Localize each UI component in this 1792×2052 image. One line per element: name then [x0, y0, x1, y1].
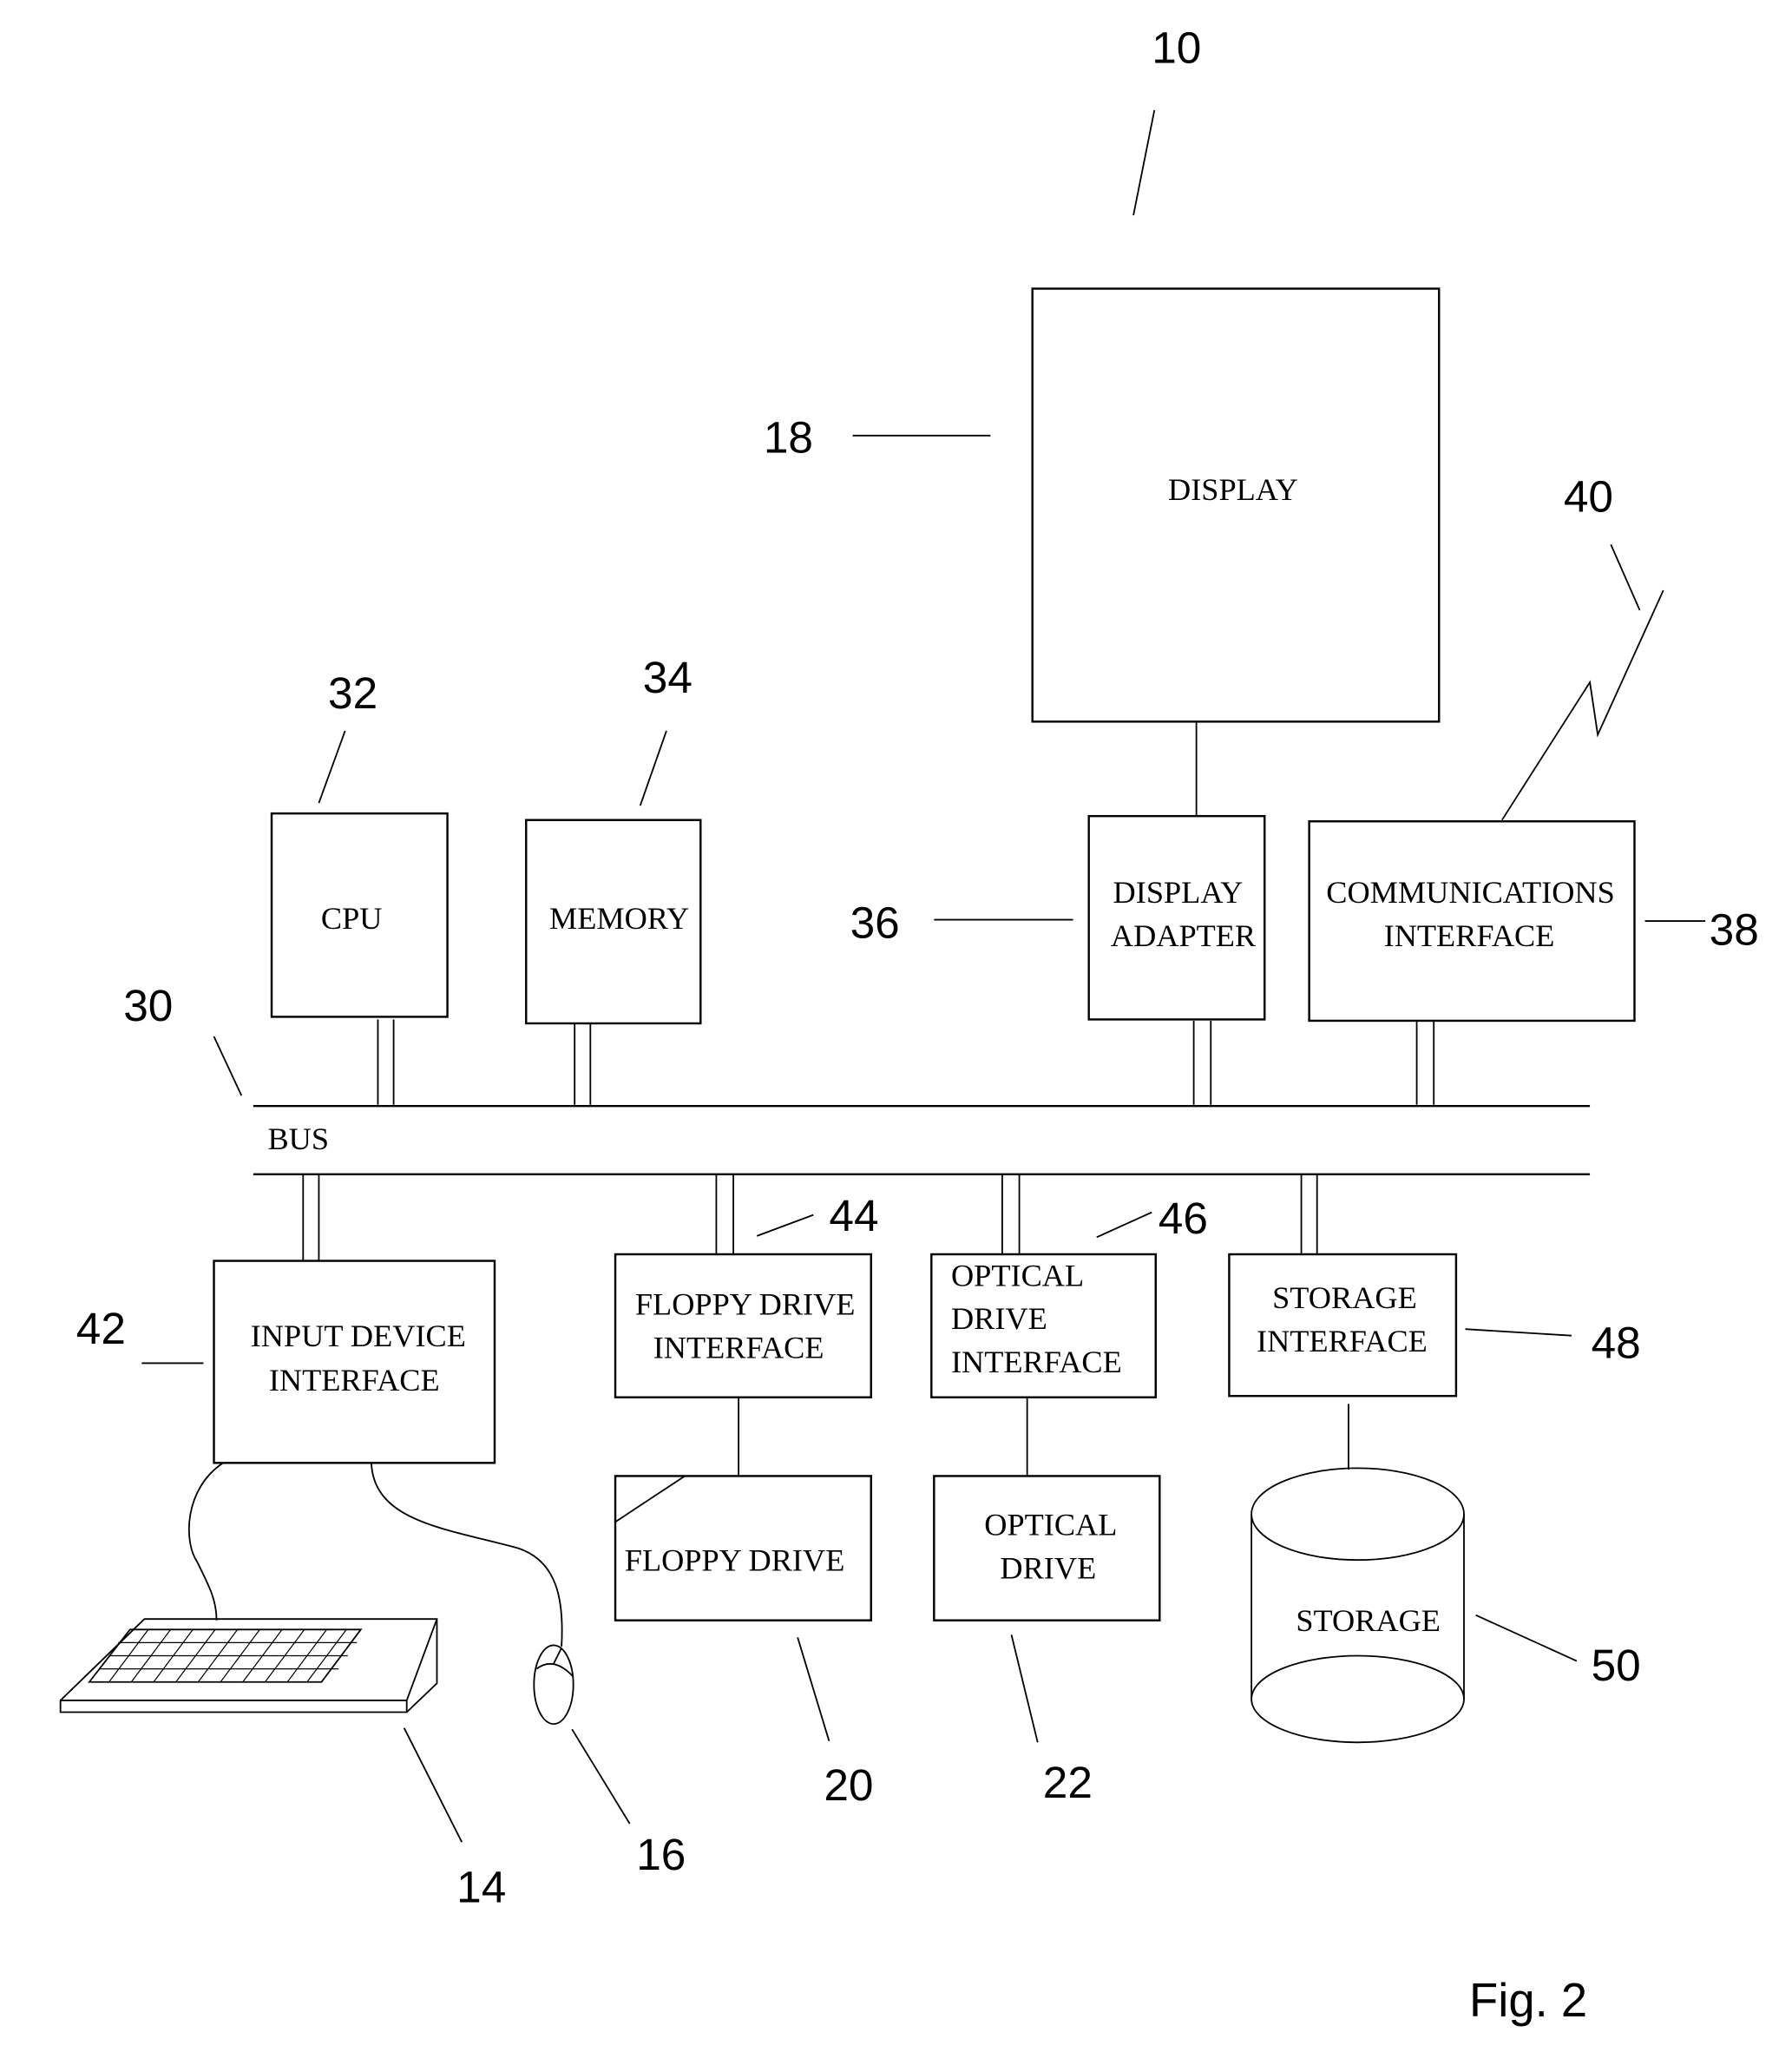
bus: BUS — [253, 1104, 1591, 1176]
storage-label: STORAGE — [1296, 1603, 1441, 1638]
leader-storage-interface — [1465, 1328, 1572, 1337]
floppy-drive-corner-mark — [614, 1475, 686, 1523]
memory-block: MEMORY — [525, 819, 702, 1025]
cpu-label: CPU — [321, 901, 383, 936]
storage-interface-label-2: INTERFACE — [1257, 1324, 1428, 1358]
memory-label: MEMORY — [549, 901, 689, 936]
storage-interface-label-1: STORAGE — [1272, 1280, 1417, 1315]
ref-communications-interface: 38 — [1710, 904, 1759, 954]
ref-floppy-drive-interface: 44 — [829, 1190, 878, 1240]
storage-interface-block: STORAGE INTERFACE — [1228, 1253, 1458, 1398]
ref-display: 18 — [764, 411, 813, 462]
input-device-interface-label-2: INTERFACE — [269, 1363, 440, 1398]
bus-label: BUS — [267, 1121, 329, 1156]
ref-network-link: 40 — [1564, 470, 1613, 521]
leader-storage — [1475, 1614, 1578, 1662]
cpu-block: CPU — [270, 812, 449, 1018]
ref-display-adapter: 36 — [850, 898, 900, 948]
ref-mouse: 16 — [636, 1829, 686, 1879]
optical-drive-block: OPTICAL DRIVE — [933, 1475, 1161, 1621]
leader-mouse — [571, 1728, 631, 1825]
ref-optical-drive: 22 — [1043, 1757, 1093, 1807]
display-adapter-block: DISPLAY ADAPTER — [1087, 814, 1266, 1021]
ref-storage-interface: 48 — [1592, 1317, 1641, 1367]
floppy-drive-interface-box — [614, 1253, 872, 1398]
ref-cpu: 32 — [328, 668, 377, 718]
computer-system-diagram: 10 DISPLAY 18 40 DISPLAY ADAPTER 36 COMM… — [59, 23, 1759, 2027]
bus-connectors-top — [377, 1019, 1435, 1105]
display-adapter-label-2: ADAPTER — [1111, 918, 1257, 953]
communications-interface-label-1: COMMUNICATIONS — [1326, 875, 1614, 910]
optical-drive-interface-label-1: OPTICAL — [951, 1258, 1084, 1292]
leader-network-link — [1610, 543, 1641, 611]
input-device-interface-block: INPUT DEVICE INTERFACE — [213, 1259, 496, 1464]
leader-cpu — [318, 730, 346, 804]
display-label: DISPLAY — [1168, 472, 1298, 507]
optical-drive-label-1: OPTICAL — [984, 1507, 1117, 1542]
ref-system: 10 — [1152, 23, 1201, 73]
leader-optical-drive — [1010, 1634, 1039, 1743]
floppy-drive-block: FLOPPY DRIVE — [614, 1475, 872, 1621]
leader-memory — [639, 730, 667, 806]
keyboard-cable — [188, 1462, 224, 1621]
optical-drive-interface-label-3: INTERFACE — [951, 1345, 1122, 1379]
ref-input-device-interface: 42 — [76, 1303, 126, 1353]
input-device-interface-box — [213, 1259, 496, 1464]
display-block: DISPLAY — [1031, 287, 1441, 723]
ref-optical-drive-interface: 46 — [1159, 1193, 1208, 1243]
input-device-interface-label-1: INPUT DEVICE — [251, 1319, 466, 1353]
leader-floppy-drive-interface — [756, 1213, 814, 1237]
floppy-drive-label: FLOPPY DRIVE — [625, 1542, 845, 1577]
floppy-drive-interface-label-2: INTERFACE — [653, 1330, 824, 1365]
leader-keyboard — [403, 1727, 463, 1843]
ref-floppy-drive: 20 — [824, 1759, 873, 1810]
figure-label: Fig. 2 — [1469, 1974, 1587, 2027]
communications-interface-label-2: INTERFACE — [1384, 918, 1555, 953]
mouse-icon — [533, 1644, 574, 1726]
display-adapter-label-1: DISPLAY — [1113, 875, 1244, 910]
leader-system — [1132, 109, 1156, 216]
keyboard-icon — [59, 1618, 438, 1713]
communications-interface-block: COMMUNICATIONS INTERFACE — [1308, 819, 1636, 1023]
optical-drive-interface-label-2: DRIVE — [951, 1301, 1047, 1336]
network-lightning-icon — [1501, 589, 1664, 821]
optical-drive-interface-block: OPTICAL DRIVE INTERFACE — [930, 1253, 1157, 1398]
optical-drive-label-2: DRIVE — [1000, 1550, 1096, 1585]
ref-memory: 34 — [643, 652, 693, 702]
floppy-drive-interface-block: FLOPPY DRIVE INTERFACE — [614, 1253, 872, 1398]
storage-cylinder-icon: STORAGE — [1250, 1467, 1465, 1744]
leader-bus — [213, 1036, 243, 1096]
leader-optical-drive-interface — [1096, 1211, 1152, 1239]
ref-bus: 30 — [123, 980, 173, 1030]
ref-keyboard: 14 — [456, 1862, 506, 1912]
ref-storage: 50 — [1592, 1640, 1641, 1690]
leader-floppy-drive — [797, 1637, 830, 1742]
optical-drive-box — [933, 1475, 1161, 1621]
floppy-drive-interface-label-1: FLOPPY DRIVE — [635, 1287, 856, 1322]
